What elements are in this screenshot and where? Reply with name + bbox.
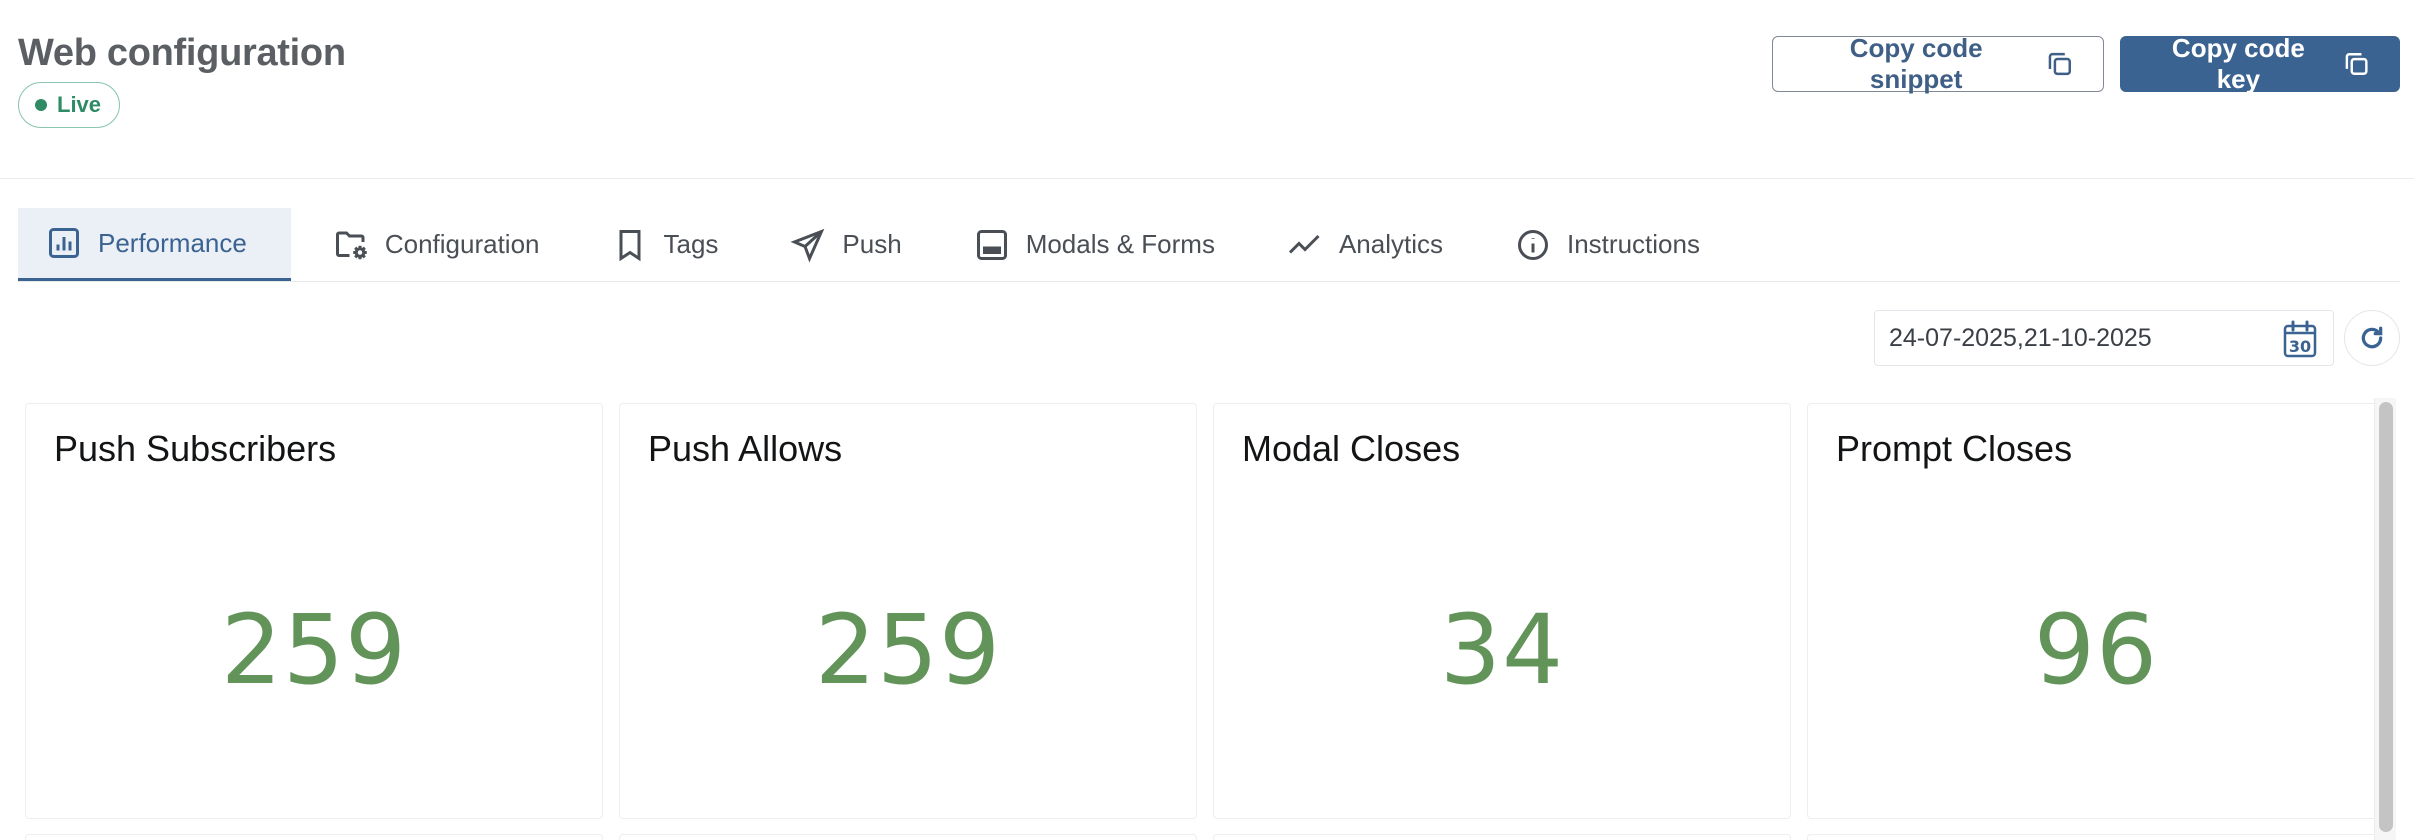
bar-chart-icon	[49, 228, 79, 258]
metric-card-push-subscribers: Push Subscribers 259	[25, 403, 603, 819]
calendar-icon[interactable]: 30	[2281, 319, 2321, 359]
metric-card-push-allows: Push Allows 259	[619, 403, 1197, 819]
tab-tags[interactable]: Tags	[584, 208, 749, 281]
send-icon	[790, 228, 825, 262]
metric-card-value: 259	[814, 594, 1002, 706]
tab-instructions[interactable]: Instructions	[1487, 208, 1730, 281]
metric-card-title: Prompt Closes	[1836, 428, 2073, 469]
tab-label: Instructions	[1567, 229, 1700, 259]
scrollbar-thumb[interactable]	[2379, 402, 2393, 832]
copy-code-snippet-button[interactable]: Copy code snippet	[1772, 33, 2104, 94]
tab-modals-forms[interactable]: Modals & Forms	[946, 208, 1245, 281]
tab-label: Modals & Forms	[1025, 229, 1215, 259]
date-range-input[interactable]	[1875, 311, 2333, 365]
tab-label: Analytics	[1338, 229, 1443, 259]
tab-label: Push	[842, 229, 902, 259]
metric-card-value: 259	[220, 594, 408, 706]
status-badge: Live	[18, 82, 121, 128]
copy-code-key-label: Copy code key	[2171, 33, 2305, 94]
folder-gear-icon	[335, 231, 367, 259]
metric-cards: Push Subscribers 259 Push Allows 259 Mod…	[25, 403, 2385, 819]
tab-label: Performance	[98, 227, 247, 258]
bookmark-icon	[619, 229, 640, 261]
metric-card-partial	[1213, 834, 1791, 840]
metric-card-partial	[1807, 834, 2385, 840]
status-dot-icon	[35, 99, 47, 111]
metric-card-title: Push Subscribers	[54, 428, 337, 469]
metric-card-title: Modal Closes	[1242, 428, 1461, 469]
metric-card-value: 96	[2033, 594, 2159, 706]
trend-line-icon	[1288, 234, 1320, 254]
web-configuration-page: Web configuration Live Copy code snippet…	[0, 0, 2414, 840]
metric-card-value: 34	[1439, 594, 1565, 706]
tab-label: Tags	[663, 229, 719, 259]
calendar-day-label: 30	[2289, 337, 2311, 356]
copy-code-key-button[interactable]: Copy code key	[2120, 33, 2400, 94]
refresh-button[interactable]	[2344, 310, 2400, 366]
copy-code-snippet-label: Copy code snippet	[1849, 33, 1983, 94]
metric-card-partial	[25, 834, 603, 840]
info-icon	[1518, 229, 1548, 260]
tab-analytics[interactable]: Analytics	[1259, 208, 1473, 281]
tab-label: Configuration	[384, 229, 540, 259]
page-header: Web configuration Live	[18, 30, 346, 128]
tab-bar: Performance Configuration Tags Push Moda…	[18, 208, 2400, 282]
copy-icon	[2345, 53, 2368, 75]
header-divider	[0, 178, 2414, 179]
copy-icon	[2049, 52, 2072, 76]
page-title: Web configuration	[18, 32, 346, 74]
refresh-icon	[2361, 326, 2383, 349]
modal-icon	[976, 229, 1007, 260]
metric-cards-next-row	[25, 834, 2385, 840]
header-actions: Copy code snippet Copy code key	[1772, 33, 2400, 94]
date-range-picker[interactable]: 30	[1874, 310, 2334, 366]
metric-card-partial	[619, 834, 1197, 840]
status-badge-label: Live	[57, 92, 102, 117]
vertical-scrollbar[interactable]	[2374, 398, 2396, 840]
metric-card-prompt-closes: Prompt Closes 96	[1807, 403, 2385, 819]
tab-configuration[interactable]: Configuration	[305, 208, 570, 281]
metric-card-modal-closes: Modal Closes 34	[1213, 403, 1791, 819]
tab-performance[interactable]: Performance	[18, 208, 291, 281]
metric-card-title: Push Allows	[648, 428, 843, 469]
date-range-row: 30	[1874, 310, 2400, 366]
tab-push[interactable]: Push	[762, 208, 931, 281]
